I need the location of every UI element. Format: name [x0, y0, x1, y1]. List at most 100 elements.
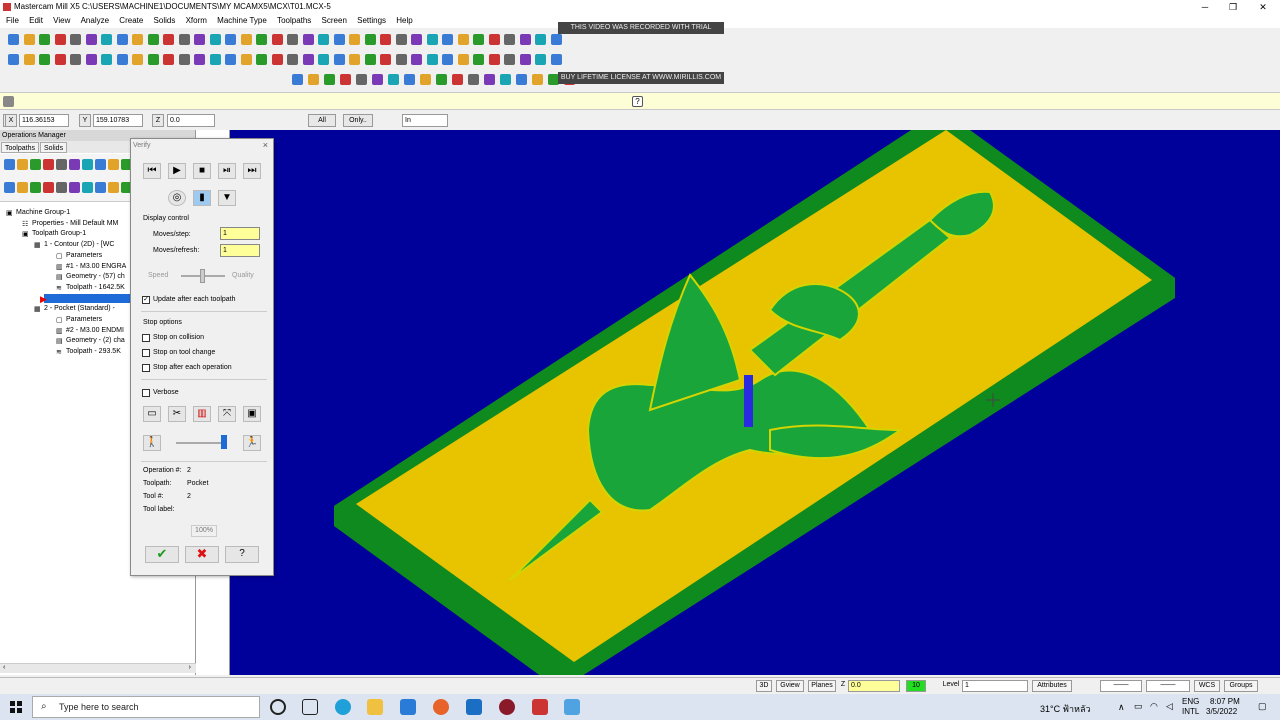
tree-item[interactable]: ☷ Properties - Mill Default MM	[22, 219, 118, 229]
toolbar-tool-icon[interactable]	[43, 182, 54, 193]
toolbar-tool-icon[interactable]	[504, 34, 515, 45]
3d-button[interactable]: 3D	[756, 680, 772, 692]
toolbar-tool-icon[interactable]	[225, 54, 236, 65]
toolbar-tool-icon[interactable]	[132, 54, 143, 65]
toolbar-tool-icon[interactable]	[101, 34, 112, 45]
toolbar-tool-icon[interactable]	[457, 54, 469, 65]
menu-file[interactable]: File	[6, 16, 19, 25]
language-line2[interactable]: INTL	[1182, 707, 1199, 716]
verbose-checkbox[interactable]	[142, 389, 150, 397]
x-coordinate-input[interactable]: 116.36153	[19, 114, 69, 127]
toolbar-tool-icon[interactable]	[70, 54, 81, 65]
holder-icon[interactable]: ▼	[218, 190, 236, 206]
planes-button[interactable]: Planes	[808, 680, 836, 692]
mastercam-taskbar-icon[interactable]	[532, 699, 548, 715]
toolbar-tool-icon[interactable]	[500, 74, 511, 85]
toolbar-tool-icon[interactable]	[442, 54, 453, 65]
toolbar-tool-icon[interactable]	[420, 74, 431, 85]
toolbar-tool-icon[interactable]	[404, 74, 415, 85]
toolbar-tool-icon[interactable]	[8, 34, 19, 45]
toolbar-tool-icon[interactable]	[256, 34, 267, 45]
language-line1[interactable]: ENG	[1182, 697, 1199, 706]
toolbar-tool-icon[interactable]	[550, 54, 562, 65]
step-button[interactable]: ⏯	[218, 163, 236, 179]
toolbar-tool-icon[interactable]	[292, 74, 303, 85]
save-stl-icon[interactable]: ▣	[243, 406, 261, 422]
toolbar-tool-icon[interactable]	[56, 182, 67, 193]
toolbar-tool-icon[interactable]	[4, 159, 15, 170]
toolbar-tool-icon[interactable]	[380, 54, 391, 65]
volume-icon[interactable]: ◁	[1166, 701, 1173, 712]
toolbar-tool-icon[interactable]	[39, 54, 50, 65]
toolbar-tool-icon[interactable]	[388, 74, 399, 85]
toolbar-tool-icon[interactable]	[452, 74, 463, 85]
clock-date[interactable]: 3/5/2022	[1206, 707, 1237, 716]
y-coordinate-input[interactable]: 159.10783	[93, 114, 143, 127]
menu-analyze[interactable]: Analyze	[81, 16, 109, 25]
tree-item[interactable]: ▢ Parameters	[56, 315, 102, 325]
toolbar-tool-icon[interactable]	[535, 54, 546, 65]
toolbar-tool-icon[interactable]	[457, 34, 469, 45]
verify-close-button[interactable]: ×	[263, 140, 268, 150]
toolbar-tool-icon[interactable]	[519, 54, 531, 65]
toolbar-tool-icon[interactable]	[101, 54, 112, 65]
toolbar-tool-icon[interactable]	[442, 34, 453, 45]
play-button[interactable]: ▶	[168, 163, 186, 179]
toolbar-tool-icon[interactable]	[82, 159, 93, 170]
store-icon[interactable]	[400, 699, 416, 715]
ribbon-icon[interactable]	[3, 96, 14, 107]
stop-button[interactable]: ■	[193, 163, 211, 179]
stop-each-op-checkbox[interactable]	[142, 364, 150, 372]
chart-icon[interactable]: ▥	[193, 406, 211, 422]
z-coordinate-input[interactable]: 0.0	[167, 114, 215, 127]
windows-start-icon[interactable]	[10, 701, 22, 713]
toolbar-tool-icon[interactable]	[194, 34, 205, 45]
toolbar-tool-icon[interactable]	[116, 54, 128, 65]
tool-display-icon[interactable]: ◎	[168, 190, 186, 206]
restore-button[interactable]: ❐	[1218, 0, 1248, 14]
menu-settings[interactable]: Settings	[357, 16, 386, 25]
toolbar-tool-icon[interactable]	[30, 159, 41, 170]
toolbar-tool-icon[interactable]	[364, 34, 376, 45]
menu-help[interactable]: Help	[396, 16, 412, 25]
toolbar-tool-icon[interactable]	[302, 34, 314, 45]
toolbar-tool-icon[interactable]	[488, 34, 500, 45]
menu-edit[interactable]: Edit	[29, 16, 43, 25]
toolbar-tool-icon[interactable]	[516, 74, 527, 85]
tree-item[interactable]: ▥ #2 - M3.00 ENDMI	[56, 326, 124, 336]
menu-toolpaths[interactable]: Toolpaths	[277, 16, 311, 25]
toolbar-tool-icon[interactable]	[349, 54, 360, 65]
toolbar-tool-icon[interactable]	[333, 34, 345, 45]
stop-collision-checkbox[interactable]	[142, 334, 150, 342]
toolbar-tool-icon[interactable]	[550, 34, 562, 45]
tree-item[interactable]: ▣ Machine Group-1	[6, 208, 70, 218]
toolbar-tool-icon[interactable]	[178, 54, 190, 65]
toolbar-tool-icon[interactable]	[95, 182, 106, 193]
tree-item[interactable]: ▢ Parameters	[56, 251, 102, 261]
toolbar-tool-icon[interactable]	[163, 34, 174, 45]
toolbar-tool-icon[interactable]	[17, 159, 28, 170]
walk-slow-icon[interactable]: 🚶	[143, 435, 161, 451]
toolbar-tool-icon[interactable]	[287, 54, 298, 65]
z-depth-field[interactable]: 0.0	[848, 680, 900, 692]
close-button[interactable]: ✕	[1248, 0, 1278, 14]
measure-icon[interactable]: ⤧	[218, 406, 236, 422]
toolbar-tool-icon[interactable]	[54, 54, 66, 65]
toolbar-tool-icon[interactable]	[271, 34, 283, 45]
tree-item[interactable]: ▥ #1 - M3.00 ENGRA	[56, 262, 126, 272]
toolbar-tool-icon[interactable]	[70, 34, 81, 45]
toolbar-tool-icon[interactable]	[116, 34, 128, 45]
toolbar-tool-icon[interactable]	[56, 159, 67, 170]
ok-button[interactable]: ✔	[145, 546, 179, 563]
toolbar-tool-icon[interactable]	[426, 54, 438, 65]
tree-item[interactable]: ▤ Geometry - (2) cha	[56, 336, 125, 346]
moves-refresh-input[interactable]: 1	[220, 244, 260, 257]
groups-button[interactable]: Groups	[1224, 680, 1258, 692]
toolbar-tool-icon[interactable]	[519, 34, 531, 45]
cancel-button[interactable]: ✖	[185, 546, 219, 563]
help-button[interactable]: ?	[225, 546, 259, 563]
toolbar-tool-icon[interactable]	[349, 34, 360, 45]
toolbar-tool-icon[interactable]	[8, 54, 19, 65]
tree-item[interactable]: ▦ 2 - Pocket (Standard) -	[34, 304, 115, 314]
menu-create[interactable]: Create	[119, 16, 143, 25]
